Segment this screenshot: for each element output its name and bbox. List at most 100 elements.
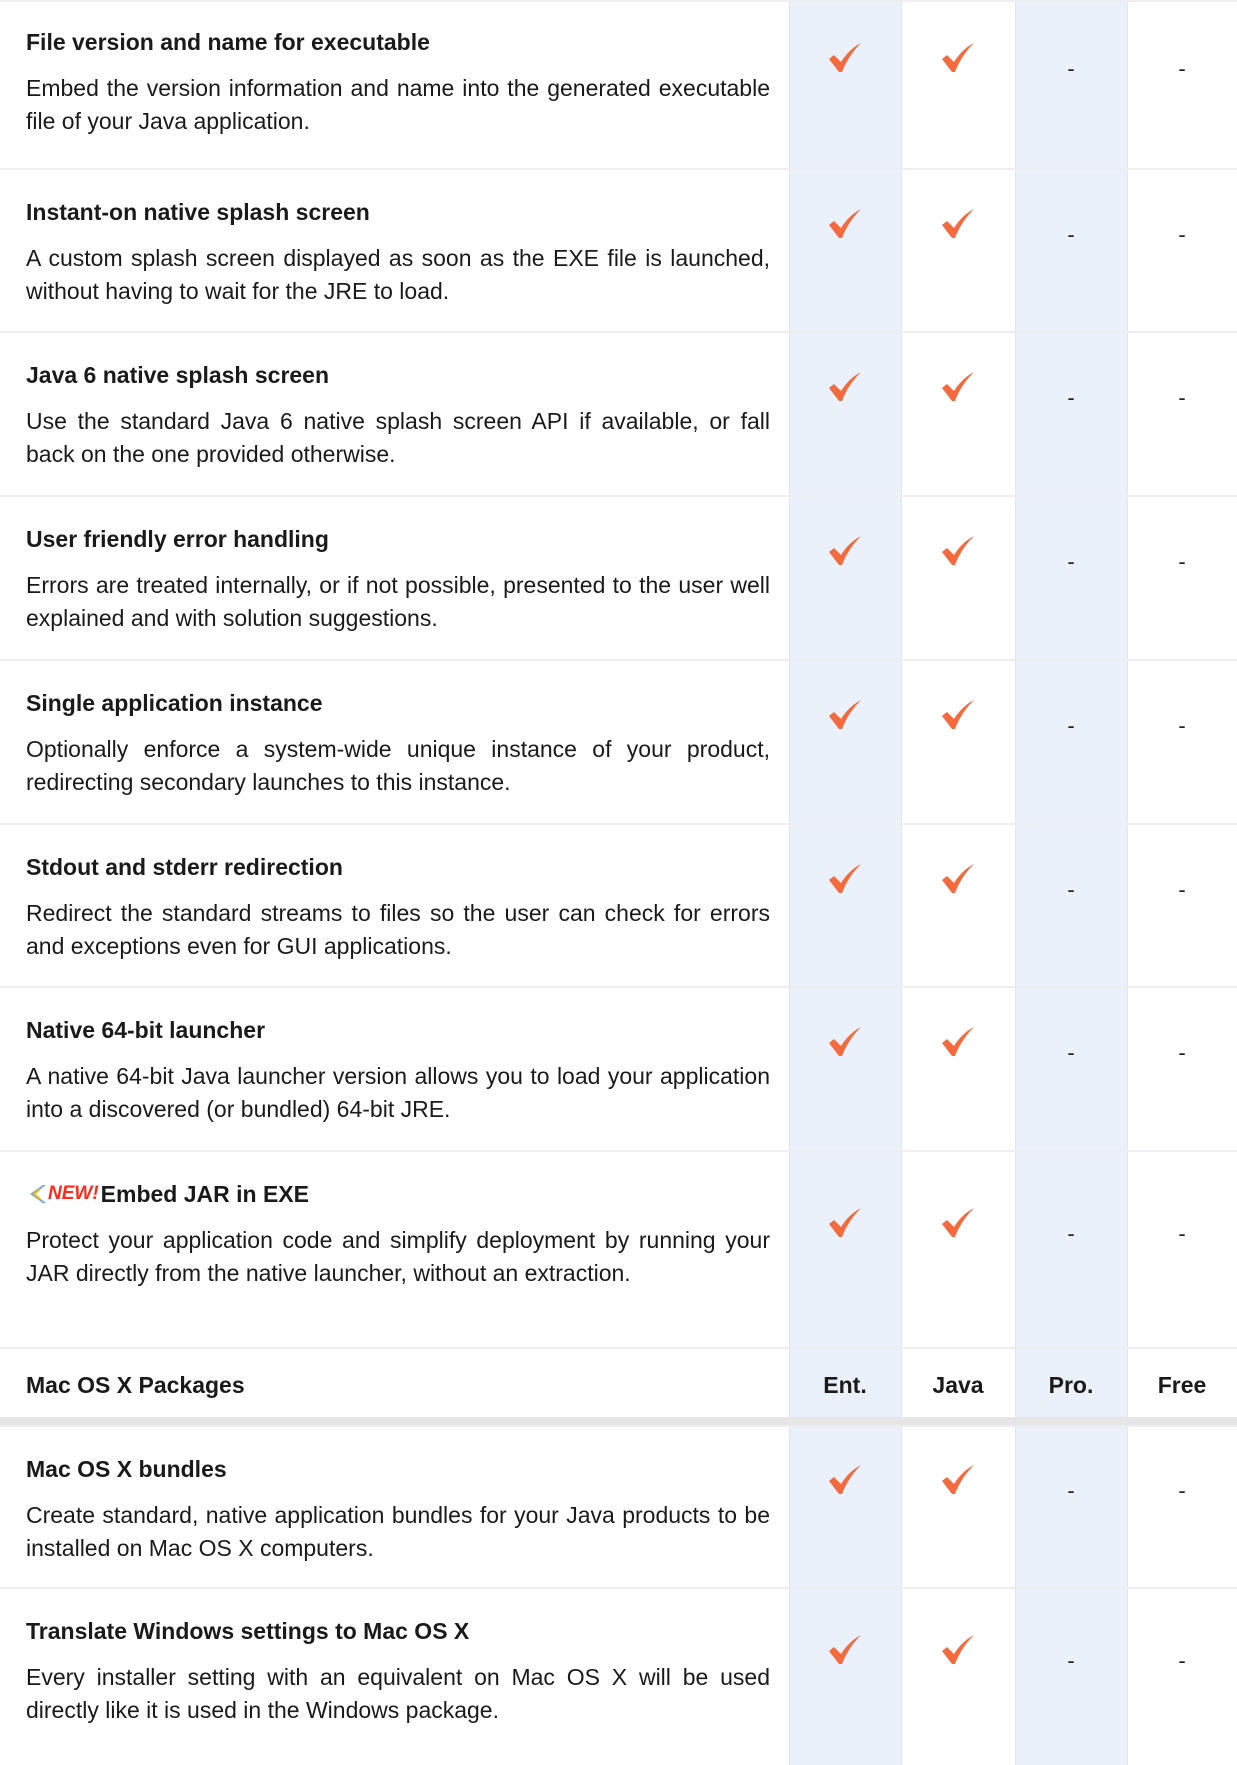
- column-header: Free: [1157, 1372, 1207, 1398]
- check-icon: [901, 1634, 1015, 1666]
- feature-title: File version and name for executable: [26, 28, 770, 56]
- unavailable-dash: -: [1178, 1478, 1186, 1503]
- feature-description: A custom splash screen displayed as soon…: [26, 245, 770, 304]
- feature-row: NEW! Embed JAR in EXE Protect your applica…: [0, 1150, 1237, 1347]
- check-icon: [789, 863, 901, 895]
- feature-text: Native 64-bit launcher A native 64-bit Ja…: [26, 1016, 770, 1126]
- feature-description: A native 64-bit Java launcher version al…: [26, 1063, 770, 1122]
- unavailable-dash: -: [1067, 713, 1075, 738]
- check-icon: [789, 535, 901, 567]
- row-divider: [0, 168, 1237, 170]
- feature-title: Single application instance: [26, 689, 770, 717]
- feature-row: Stdout and stderr redirection Redirect th…: [0, 823, 1237, 986]
- check-icon: [789, 1207, 901, 1239]
- feature-title: Java 6 native splash screen: [26, 361, 770, 389]
- feature-row: Single application instance Optionally en…: [0, 659, 1237, 823]
- unavailable-dash: -: [1178, 1648, 1186, 1673]
- unavailable-dash: -: [1067, 385, 1075, 410]
- check-icon: [789, 371, 901, 403]
- feature-description: Errors are treated internally, or if not…: [26, 572, 770, 631]
- section-header-row: Mac OS X Packages Ent. Java Pro. Free: [0, 1347, 1237, 1417]
- feature-text: Translate Windows settings to Mac OS X Ev…: [26, 1617, 770, 1727]
- new-badge-icon: NEW!: [26, 1180, 99, 1208]
- check-icon: [901, 42, 1015, 74]
- check-icon: [901, 535, 1015, 567]
- unavailable-dash: -: [1178, 549, 1186, 574]
- check-icon: [901, 371, 1015, 403]
- unavailable-dash: -: [1178, 713, 1186, 738]
- new-badge-label: NEW!: [48, 1183, 99, 1204]
- row-divider: [0, 1150, 1237, 1152]
- unavailable-dash: -: [1067, 1648, 1075, 1673]
- unavailable-dash: -: [1067, 221, 1075, 247]
- check-icon: [789, 1634, 901, 1666]
- row-divider: [0, 0, 1237, 2]
- feature-title-label: Native 64-bit launcher: [26, 1017, 266, 1043]
- row-divider: [0, 1425, 1237, 1427]
- check-icon: [901, 1464, 1015, 1496]
- feature-text: NEW! Embed JAR in EXE Protect your applica…: [26, 1180, 770, 1290]
- column-header: Java: [932, 1372, 984, 1398]
- section-divider: [0, 1417, 1237, 1425]
- feature-description: Every installer setting with an equivale…: [26, 1664, 770, 1723]
- check-icon: [789, 1026, 901, 1058]
- row-divider: [0, 495, 1237, 497]
- feature-title-label: Instant-on native splash screen: [26, 199, 370, 225]
- check-icon: [789, 42, 901, 74]
- feature-row: Native 64-bit launcher A native 64-bit Ja…: [0, 986, 1237, 1150]
- check-icon: [789, 208, 901, 240]
- feature-text: Single application instance Optionally en…: [26, 689, 770, 799]
- feature-title-label: Translate Windows settings to Mac OS X: [26, 1618, 470, 1644]
- column-header: Ent.: [823, 1372, 867, 1398]
- check-icon: [901, 699, 1015, 731]
- feature-title-label: Stdout and stderr redirection: [26, 854, 343, 880]
- feature-row: File version and name for executable Embe…: [0, 0, 1237, 168]
- check-icon: [789, 699, 901, 731]
- feature-title: Mac OS X bundles: [26, 1455, 770, 1483]
- feature-title: NEW! Embed JAR in EXE: [26, 1180, 770, 1208]
- unavailable-dash: -: [1178, 1220, 1186, 1246]
- row-divider: [0, 823, 1237, 825]
- feature-text: Mac OS X bundles Create standard, native …: [26, 1455, 770, 1565]
- feature-description: Use the standard Java 6 native splash sc…: [26, 408, 770, 467]
- column-header: Pro.: [1048, 1372, 1094, 1398]
- unavailable-dash: -: [1067, 1220, 1075, 1246]
- check-icon: [901, 208, 1015, 240]
- feature-text: Stdout and stderr redirection Redirect th…: [26, 853, 770, 963]
- feature-title-label: User friendly error handling: [26, 526, 329, 552]
- feature-text: User friendly error handling Errors are t…: [26, 525, 770, 635]
- feature-title-label: Embed JAR in EXE: [100, 1181, 309, 1207]
- feature-row: User friendly error handling Errors are t…: [0, 495, 1237, 659]
- unavailable-dash: -: [1067, 549, 1075, 574]
- feature-title: Instant-on native splash screen: [26, 198, 770, 226]
- feature-title: Native 64-bit launcher: [26, 1016, 770, 1044]
- feature-comparison-table: File version and name for executable Embe…: [0, 0, 1237, 1765]
- unavailable-dash: -: [1067, 876, 1075, 902]
- row-divider: [0, 659, 1237, 661]
- unavailable-dash: -: [1067, 1478, 1075, 1503]
- unavailable-dash: -: [1178, 221, 1186, 247]
- feature-title-label: Single application instance: [26, 690, 323, 716]
- check-icon: [901, 863, 1015, 895]
- row-divider: [0, 1587, 1237, 1589]
- feature-text: Java 6 native splash screen Use the stand…: [26, 361, 770, 471]
- row-divider: [0, 331, 1237, 333]
- feature-title: User friendly error handling: [26, 525, 770, 553]
- feature-row: Mac OS X bundles Create standard, native …: [0, 1425, 1237, 1587]
- unavailable-dash: -: [1067, 56, 1075, 81]
- feature-title: Stdout and stderr redirection: [26, 853, 770, 881]
- unavailable-dash: -: [1067, 1040, 1075, 1065]
- unavailable-dash: -: [1178, 385, 1186, 410]
- unavailable-dash: -: [1178, 56, 1186, 81]
- unavailable-dash: -: [1178, 1040, 1186, 1065]
- row-divider: [0, 1347, 1237, 1349]
- feature-row: Translate Windows settings to Mac OS X Ev…: [0, 1587, 1237, 1765]
- feature-row: Java 6 native splash screen Use the stand…: [0, 331, 1237, 495]
- feature-title: Translate Windows settings to Mac OS X: [26, 1617, 770, 1645]
- feature-row: Instant-on native splash screen A custom …: [0, 168, 1237, 331]
- feature-text: Instant-on native splash screen A custom …: [26, 198, 770, 308]
- check-icon: [901, 1207, 1015, 1239]
- feature-text: File version and name for executable Embe…: [26, 28, 770, 138]
- check-icon: [789, 1464, 901, 1496]
- row-divider: [0, 986, 1237, 988]
